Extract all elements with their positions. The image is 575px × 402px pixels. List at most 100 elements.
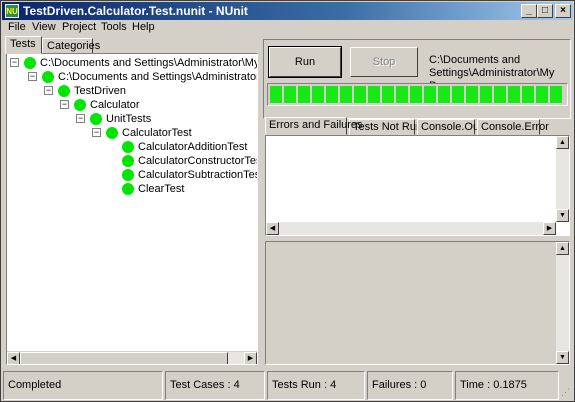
project-path-line: C:\Documents and [429,54,521,66]
scroll-up-icon[interactable]: ▲ [556,136,569,149]
progress-segment [480,86,492,103]
failures-count: Failures : 0 [367,371,453,400]
tree-node[interactable]: − C:\Documents and Settings\Administrato… [28,70,257,84]
progress-segment [550,86,562,103]
progress-segment [536,86,548,103]
tree-node[interactable]: − UnitTests [76,112,251,126]
tree-node-label: TestDriven [74,85,126,97]
tree-node-label: CalculatorSubtractionTest [138,169,258,181]
scroll-left-icon[interactable]: ◀ [266,222,279,235]
progress-segment [382,86,394,103]
pass-status-icon [122,183,134,195]
maximize-button[interactable]: □ [537,4,553,18]
tree-node[interactable]: − Calculator [60,98,250,112]
status-text: Completed [3,371,163,400]
menu-bar: File View Project Tools Help [2,20,573,36]
progress-segment [340,86,352,103]
tree-node[interactable]: − C:\Documents and Settings\Administrato… [10,56,257,70]
tree-node[interactable]: CalculatorAdditionTest [122,140,257,154]
tree-node-label: CalculatorAdditionTest [138,141,248,153]
tree-node[interactable]: − CalculatorTest [92,126,252,140]
scroll-down-icon[interactable]: ▼ [556,351,569,364]
minimize-button[interactable]: _ [521,4,537,18]
collapse-icon[interactable]: − [92,128,101,137]
resize-grip-icon[interactable]: ⋰ [561,387,573,399]
scroll-right-icon[interactable]: ▶ [244,352,257,364]
menu-project[interactable]: Project [62,21,96,33]
progress-segment [396,86,408,103]
pass-status-icon [42,71,54,83]
pass-status-icon [90,113,102,125]
pass-status-icon [58,85,70,97]
progress-segment [270,86,282,103]
progress-segment [438,86,450,103]
progress-segment [354,86,366,103]
collapse-icon[interactable]: − [76,114,85,123]
tab-console-error[interactable]: Console.Error [477,119,549,135]
tree-node-label: CalculatorTest [122,127,192,139]
title-bar: NU TestDriven.Calculator.Test.nunit - NU… [2,2,573,20]
details-vertical-scrollbar[interactable]: ▲ ▼ [556,242,569,364]
progress-segment [494,86,506,103]
pass-status-icon [74,99,86,111]
pass-status-icon [122,141,134,153]
errors-list[interactable]: ◀ ▶ ▲ ▼ [265,135,570,236]
tree-node-label: Calculator [90,99,140,111]
scroll-right-icon[interactable]: ▶ [543,222,556,235]
tree-node-label: CalculatorConstructorTest [138,155,258,167]
pass-status-icon [106,127,118,139]
pass-status-icon [24,57,36,69]
progress-segment [410,86,422,103]
progress-segment [508,86,520,103]
progress-segment [312,86,324,103]
scroll-up-icon[interactable]: ▲ [556,242,569,255]
progress-segment [284,86,296,103]
progress-segment [298,86,310,103]
tab-categories[interactable]: Categories [42,38,100,54]
progress-segment [466,86,478,103]
tests-run-count: Tests Run : 4 [267,371,365,400]
menu-tools[interactable]: Tools [101,21,127,33]
collapse-icon[interactable]: − [28,72,37,81]
scroll-down-icon[interactable]: ▼ [556,209,569,222]
tree-node[interactable]: CalculatorSubtractionTest [122,168,257,182]
tree-node[interactable]: − TestDriven [44,84,244,98]
elapsed-time: Time : 0.1875 [455,371,559,400]
menu-file[interactable]: File [8,21,26,33]
pass-status-icon [122,155,134,167]
tree-node-label: ClearTest [138,183,185,195]
menu-help[interactable]: Help [132,21,155,33]
tab-console-out[interactable]: Console.Out [417,119,482,135]
pass-status-icon [122,169,134,181]
errors-vertical-scrollbar[interactable]: ▲ ▼ [556,136,569,222]
tree-node[interactable]: CalculatorConstructorTest [122,154,257,168]
progress-segment [522,86,534,103]
stack-trace-panel[interactable]: ▲ ▼ [265,241,570,365]
collapse-icon[interactable]: − [10,58,19,67]
tree-node-label: C:\Documents and Settings\Administrator\… [58,71,257,83]
test-cases-count: Test Cases : 4 [165,371,265,400]
errors-horizontal-scrollbar[interactable]: ◀ ▶ [266,222,556,235]
nunit-window: NU TestDriven.Calculator.Test.nunit - NU… [0,0,575,402]
stop-button: Stop [350,47,418,77]
tab-errors-and-failures[interactable]: Errors and Failures [265,117,363,135]
window-title: TestDriven.Calculator.Test.nunit - NUnit [23,4,248,18]
scroll-thumb[interactable] [20,352,228,364]
tab-tests[interactable]: Tests [5,36,42,54]
progress-segment [368,86,380,103]
close-button[interactable]: × [555,4,571,18]
progress-bar [267,83,568,106]
test-tree: − C:\Documents and Settings\Administrato… [6,53,258,365]
nunit-app-icon: NU [5,4,19,18]
tree-node-label: UnitTests [106,113,152,125]
tree-node[interactable]: ClearTest [122,182,257,196]
tree-horizontal-scrollbar[interactable]: ◀ ▶ [7,351,257,364]
progress-segment [326,86,338,103]
progress-segment [424,86,436,103]
menu-view[interactable]: View [32,21,56,33]
scroll-left-icon[interactable]: ◀ [7,352,20,364]
collapse-icon[interactable]: − [60,100,69,109]
run-button[interactable]: Run [268,46,342,78]
progress-segment [452,86,464,103]
collapse-icon[interactable]: − [44,86,53,95]
